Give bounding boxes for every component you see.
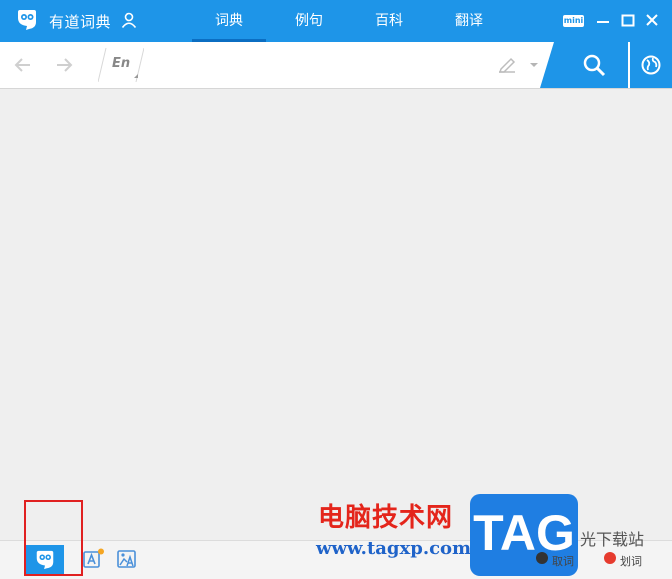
watermark-url: www.tagxp.com [316,538,472,559]
tab-label: 词典 [215,13,243,29]
select-word-toggle[interactable]: 划词 [620,553,642,569]
capture-word-status-icon [536,552,548,564]
maximize-icon[interactable] [621,12,635,28]
user-account-icon[interactable] [121,12,137,28]
chevron-down-icon[interactable] [529,62,539,68]
highlight-annotation-box [24,500,83,576]
search-input[interactable] [152,51,486,81]
app-title: 有道词典 [49,13,112,31]
main-content-area [0,89,672,539]
tab-examples[interactable]: 例句 [272,0,346,42]
back-arrow-icon[interactable] [14,57,32,73]
watermark-title: 电脑技术网 [318,503,454,533]
tab-encyclopedia[interactable]: 百科 [352,0,426,42]
globe-icon [641,55,661,75]
handwriting-icon[interactable] [497,56,517,74]
search-icon [583,54,606,77]
minimize-icon[interactable] [596,12,610,28]
tab-label: 百科 [375,13,403,29]
language-selector[interactable]: En [112,56,130,71]
word-card-icon[interactable] [82,548,104,570]
tab-label: 例句 [295,13,323,29]
select-word-status-icon [604,552,616,564]
tab-label: 翻译 [455,13,483,29]
online-mode-button[interactable] [630,42,672,88]
watermark-site-name: 光下载站 [580,530,645,549]
search-button[interactable] [540,42,628,88]
close-icon[interactable] [645,12,659,28]
title-bar: 有道词典 词典 例句 百科 翻译 mini [0,0,672,42]
forward-arrow-icon[interactable] [55,57,73,73]
image-translate-icon[interactable] [116,548,138,570]
tab-dictionary[interactable]: 词典 [192,0,266,42]
search-toolbar: En [0,42,672,89]
tab-translate[interactable]: 翻译 [432,0,506,42]
youdao-logo-icon [18,10,36,30]
mini-mode-button[interactable]: mini [563,15,584,27]
capture-word-toggle[interactable]: 取词 [552,553,574,569]
